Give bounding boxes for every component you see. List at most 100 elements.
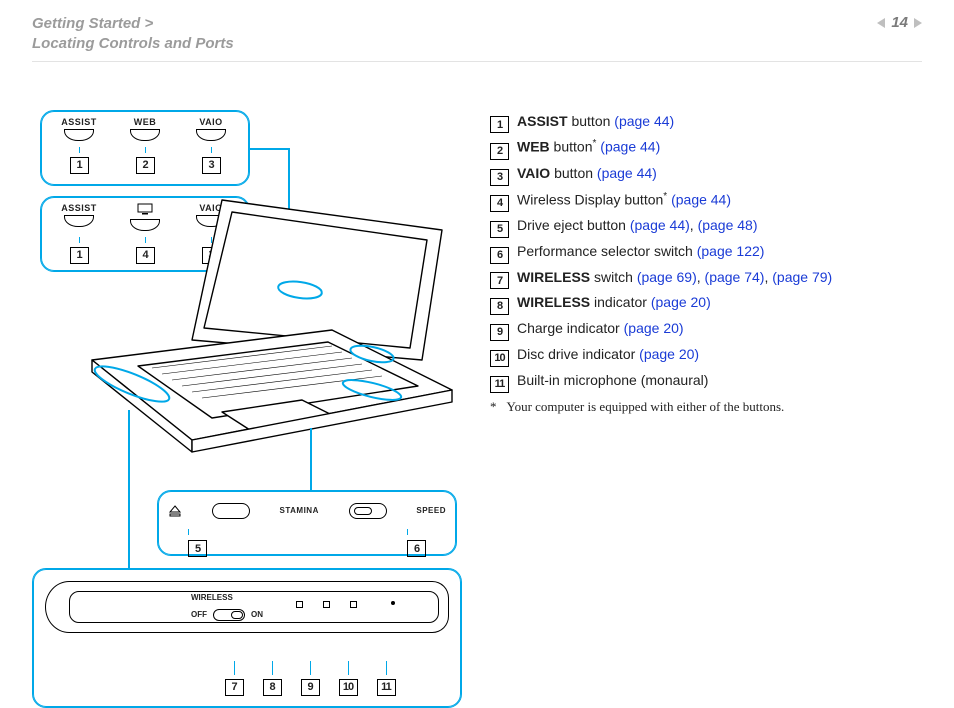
assist-label: ASSIST (61, 117, 97, 127)
legend-text-11: Built-in microphone (monaural) (517, 369, 708, 393)
legend-bold-8: WIRELESS (517, 294, 590, 310)
callout-1: 1 (70, 157, 89, 174)
legend-text-2: WEB button* (page 44) (517, 135, 660, 159)
footnote-text: Your computer is equipped with either of… (507, 399, 785, 415)
legend-desc-9: Charge indicator (517, 320, 624, 336)
legend-desc-6: Performance selector switch (517, 243, 697, 259)
legend-desc-4: Wireless Display button (517, 191, 663, 207)
callout-8: 8 (263, 679, 282, 696)
legend-num-6: 6 (490, 247, 509, 264)
legend-link-5-0[interactable]: (page 44) (630, 217, 690, 233)
legend-desc-2: button (550, 139, 593, 155)
legend-row-8: 8 WIRELESS indicator (page 20) (490, 291, 922, 315)
legend-row-6: 6 Performance selector switch (page 122) (490, 240, 922, 264)
slider-panel-stamina-speed: STAMINA SPEED 5 6 (157, 490, 457, 556)
page-header: Getting Started > Locating Controls and … (32, 14, 922, 62)
legend-num-4: 4 (490, 195, 509, 212)
legend-text-9: Charge indicator (page 20) (517, 317, 684, 341)
legend-sup-2: * (593, 138, 597, 149)
legend-num-1: 1 (490, 116, 509, 133)
eject-button-shape (212, 503, 250, 519)
breadcrumb: Getting Started > Locating Controls and … (32, 14, 234, 55)
legend-text-3: VAIO button (page 44) (517, 162, 657, 186)
legend-desc-5: Drive eject button (517, 217, 630, 233)
legend-link-5-1[interactable]: (page 48) (698, 217, 758, 233)
prev-page-arrow-icon[interactable] (877, 18, 885, 28)
breadcrumb-page-title: Locating Controls and Ports (32, 35, 234, 52)
legend-bold-2: WEB (517, 139, 550, 155)
callout-5: 5 (188, 540, 207, 557)
legend-link-7-1[interactable]: (page 74) (705, 269, 765, 285)
legend-link-9-0[interactable]: (page 20) (624, 320, 684, 336)
legend-num-2: 2 (490, 143, 509, 160)
legend-num-7: 7 (490, 272, 509, 289)
legend-link-6-0[interactable]: (page 122) (697, 243, 765, 259)
legend-text-4: Wireless Display button* (page 44) (517, 188, 731, 212)
disc-indicator-led (350, 601, 357, 608)
legend-link-8-0[interactable]: (page 20) (651, 294, 711, 310)
web-label: WEB (134, 117, 157, 127)
callout-2: 2 (136, 157, 155, 174)
legend-bold-7: WIRELESS (517, 269, 590, 285)
legend-desc-11: Built-in microphone (monaural) (517, 372, 708, 388)
wireless-indicator-led (296, 601, 303, 608)
legend-row-1: 1ASSIST button (page 44) (490, 110, 922, 134)
charge-indicator-led (323, 601, 330, 608)
page-nav: 14 (877, 14, 922, 31)
legend-link-10-0[interactable]: (page 20) (639, 346, 699, 362)
off-label: OFF (191, 610, 207, 619)
on-label: ON (251, 610, 263, 619)
vaio-button-icon: VAIO (183, 117, 239, 141)
page-number: 14 (891, 14, 908, 31)
wireless-switch-shape (213, 609, 245, 621)
legend-num-3: 3 (490, 169, 509, 186)
legend-row-3: 3 VAIO button (page 44) (490, 162, 922, 186)
legend-row-11: 11 Built-in microphone (monaural) (490, 369, 922, 393)
indicator-leds (296, 601, 357, 608)
legend-row-2: 2 WEB button* (page 44) (490, 135, 922, 159)
legend-desc-7: switch (590, 269, 637, 285)
web-button-icon: WEB (117, 117, 173, 141)
illustration-column: ASSIST WEB VAIO 1 (32, 110, 462, 650)
legend-text-6: Performance selector switch (page 122) (517, 240, 764, 264)
legend-num-8: 8 (490, 298, 509, 315)
callout-6: 6 (407, 540, 426, 557)
callout-9: 9 (301, 679, 320, 696)
legend-row-9: 9 Charge indicator (page 20) (490, 317, 922, 341)
legend-link-1-0[interactable]: (page 44) (614, 113, 674, 129)
legend-bold-3: VAIO (517, 165, 550, 181)
legend-desc-10: Disc drive indicator (517, 346, 639, 362)
next-page-arrow-icon[interactable] (914, 18, 922, 28)
legend-sup-4: * (663, 191, 667, 202)
legend-list: 1ASSIST button (page 44)2WEB button* (pa… (490, 110, 922, 393)
legend-num-5: 5 (490, 221, 509, 238)
vaio-label: VAIO (199, 117, 222, 127)
legend-row-5: 5 Drive eject button (page 44), (page 48) (490, 214, 922, 238)
callout-7: 7 (225, 679, 244, 696)
legend-row-10: 10Disc drive indicator (page 20) (490, 343, 922, 367)
breadcrumb-section: Getting Started (32, 15, 140, 32)
legend-link-7-2[interactable]: (page 79) (772, 269, 832, 285)
legend-link-4-0[interactable]: (page 44) (671, 191, 731, 207)
wireless-label: WIRELESS (191, 593, 233, 602)
legend-text-5: Drive eject button (page 44), (page 48) (517, 214, 758, 238)
legend-text-10: Disc drive indicator (page 20) (517, 343, 699, 367)
legend-num-11: 11 (490, 376, 509, 393)
footnote-mark: * (490, 399, 497, 415)
legend-link-7-0[interactable]: (page 69) (637, 269, 697, 285)
legend-text-8: WIRELESS indicator (page 20) (517, 291, 711, 315)
breadcrumb-separator: > (145, 15, 154, 32)
callout-3: 3 (202, 157, 221, 174)
legend-desc-8: indicator (590, 294, 651, 310)
assist-button-icon: ASSIST (51, 117, 107, 141)
legend-link-2-0[interactable]: (page 44) (600, 139, 660, 155)
callout-10: 10 (339, 679, 358, 696)
performance-switch-shape (349, 503, 387, 519)
legend-desc-1: button (568, 113, 615, 129)
legend-link-3-0[interactable]: (page 44) (597, 165, 657, 181)
legend-text-7: WIRELESS switch (page 69), (page 74), (p… (517, 266, 832, 290)
speed-label: SPEED (416, 506, 446, 515)
legend-num-9: 9 (490, 324, 509, 341)
callout-11: 11 (377, 679, 396, 696)
footnote: * Your computer is equipped with either … (490, 399, 922, 415)
